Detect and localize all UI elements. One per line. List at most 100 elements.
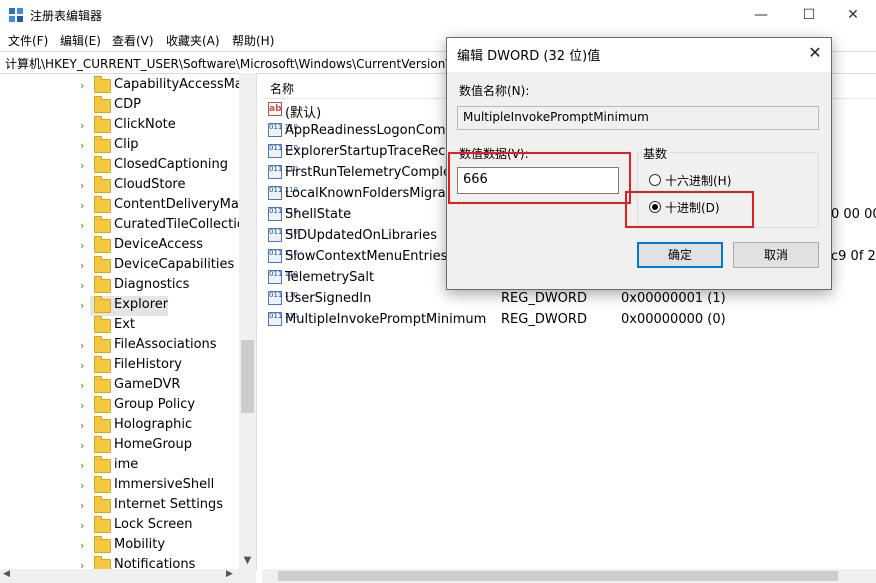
tree-item[interactable]: › GameDVR [0, 376, 240, 396]
chevron-right-icon[interactable]: › [80, 79, 84, 92]
tree-item[interactable]: › Lock Screen [0, 516, 240, 536]
chevron-right-icon[interactable]: › [80, 199, 84, 212]
tree-item[interactable]: CDP [0, 96, 240, 116]
chevron-right-icon[interactable]: › [80, 439, 84, 452]
chevron-right-icon[interactable]: › [80, 359, 84, 372]
maximize-button[interactable]: ☐ [786, 0, 832, 30]
tree-item[interactable]: Ext [0, 316, 240, 336]
tree-item[interactable]: › CloudStore [0, 176, 240, 196]
value-name: (默认) [285, 106, 322, 121]
chevron-right-icon[interactable]: › [80, 499, 84, 512]
tree-scrollbar[interactable] [239, 73, 256, 571]
chevron-right-icon[interactable]: › [80, 279, 84, 292]
scroll-down-icon[interactable]: ▼ [239, 552, 256, 569]
value-name: ExplorerStartupTraceRecord [285, 144, 467, 159]
tree-item[interactable]: › CuratedTileCollection [0, 216, 253, 236]
tree-item[interactable]: › ime [0, 456, 240, 476]
tree-item[interactable]: › HomeGroup [0, 436, 240, 456]
folder-icon [94, 76, 111, 93]
tree-item-label: ime [114, 457, 139, 472]
folder-icon [94, 96, 111, 113]
value-name-label: 数值名称(N): [459, 84, 530, 98]
key-tree[interactable]: › CapabilityAccessMana CDP › ClickNote › Clip ›… [0, 73, 257, 571]
tree-item-label: Group Policy [114, 397, 196, 412]
tree-item[interactable]: › Group Policy [0, 396, 240, 416]
tree-item-label: DeviceCapabilities [114, 257, 235, 272]
tree-item[interactable]: › Internet Settings [0, 496, 240, 516]
chevron-right-icon[interactable]: › [80, 419, 84, 432]
hex-radio-label[interactable]: 十六进制(H) [665, 172, 731, 189]
scroll-left-icon[interactable]: ◀ [3, 569, 10, 579]
value-name: FirstRunTelemetryComplete [285, 165, 465, 180]
chevron-right-icon[interactable]: › [80, 539, 84, 552]
value-name: LocalKnownFoldersMigrated [285, 186, 467, 201]
menu-help[interactable]: 帮助(H) [232, 32, 274, 49]
tree-item[interactable]: › Clip [0, 136, 240, 156]
chevron-right-icon[interactable]: › [80, 379, 84, 392]
value-type: REG_DWORD [501, 291, 587, 306]
value-name: ShellState [285, 207, 352, 222]
tree-item-label: ContentDeliveryMana [114, 197, 256, 212]
minimize-button[interactable]: — [738, 0, 784, 30]
chevron-right-icon[interactable]: › [80, 459, 84, 472]
folder-icon [94, 116, 111, 133]
list-row[interactable]: 011 110 MultipleInvokePromptMinimum REG_DW… [262, 309, 876, 330]
menu-file[interactable]: 文件(F) [8, 32, 48, 49]
cancel-button[interactable]: 取消 [733, 242, 819, 268]
tree-item[interactable]: › Mobility [0, 536, 240, 556]
chevron-right-icon[interactable]: › [80, 119, 84, 132]
binary-value-icon: 011 110 [268, 249, 298, 263]
ok-button[interactable]: 确定 [637, 242, 723, 268]
tree-item-label: FileAssociations [114, 337, 217, 352]
chevron-right-icon[interactable]: › [80, 479, 84, 492]
chevron-right-icon[interactable]: › [80, 239, 84, 252]
tree-horizontal-scrollbar[interactable]: ◀ ▶ [0, 569, 256, 583]
tree-item[interactable]: › Holographic [0, 416, 240, 436]
tree-item[interactable]: › ClickNote [0, 116, 240, 136]
chevron-right-icon[interactable]: › [80, 159, 84, 172]
scroll-right-icon[interactable]: ▶ [226, 569, 233, 579]
value-data: 0x00000001 (1) [621, 291, 726, 306]
tree-item[interactable]: › ClosedCaptioning [0, 156, 240, 176]
list-scrollbar-thumb[interactable] [278, 571, 838, 581]
menu-view[interactable]: 查看(V) [112, 32, 154, 49]
folder-icon [94, 416, 111, 433]
chevron-right-icon[interactable]: › [80, 259, 84, 272]
folder-icon [94, 476, 111, 493]
menu-favorites[interactable]: 收藏夹(A) [166, 32, 220, 49]
tree-item[interactable]: › CapabilityAccessMana [0, 76, 256, 96]
tree-item-label: FileHistory [114, 357, 183, 372]
menu-edit[interactable]: 编辑(E) [60, 32, 101, 49]
value-name: MultipleInvokePromptMinimum [285, 312, 487, 327]
tree-item-label: Internet Settings [114, 497, 224, 512]
tree-item[interactable]: › FileAssociations [0, 336, 240, 356]
chevron-right-icon[interactable]: › [80, 339, 84, 352]
value-data: c9 0f 27 [831, 249, 876, 264]
chevron-right-icon[interactable]: › [80, 139, 84, 152]
list-row[interactable]: 011 110 UserSignedIn REG_DWORD 0x00000001 (… [262, 288, 876, 309]
tree-scrollbar-thumb[interactable] [241, 340, 254, 413]
dialog-close-button[interactable]: ✕ [803, 41, 827, 65]
hex-radio[interactable] [649, 174, 661, 186]
close-window-button[interactable]: ✕ [830, 0, 876, 30]
chevron-right-icon[interactable]: › [80, 219, 84, 232]
chevron-right-icon[interactable]: › [80, 179, 84, 192]
tree-item[interactable]: › DeviceCapabilities [0, 256, 240, 276]
tree-item[interactable]: › Diagnostics [0, 276, 240, 296]
folder-icon [94, 156, 111, 173]
tree-item[interactable]: › DeviceAccess [0, 236, 240, 256]
tree-item-label: CapabilityAccessMana [114, 77, 257, 92]
tree-item-label: ClickNote [114, 117, 176, 132]
value-data: 0 00 00 0 [831, 207, 876, 222]
tree-item[interactable]: › FileHistory [0, 356, 240, 376]
tree-item-label: Ext [114, 317, 136, 332]
column-header-name[interactable]: 名称 [270, 80, 294, 97]
chevron-right-icon[interactable]: › [80, 519, 84, 532]
tree-item[interactable]: › ContentDeliveryMana [0, 196, 255, 216]
chevron-right-icon[interactable]: › [80, 399, 84, 412]
chevron-right-icon[interactable]: › [80, 299, 84, 312]
binary-value-icon: 011 110 [268, 207, 298, 221]
folder-icon [94, 216, 111, 233]
tree-item[interactable]: › Explorer [80, 296, 168, 316]
tree-item[interactable]: › ImmersiveShell [0, 476, 240, 496]
